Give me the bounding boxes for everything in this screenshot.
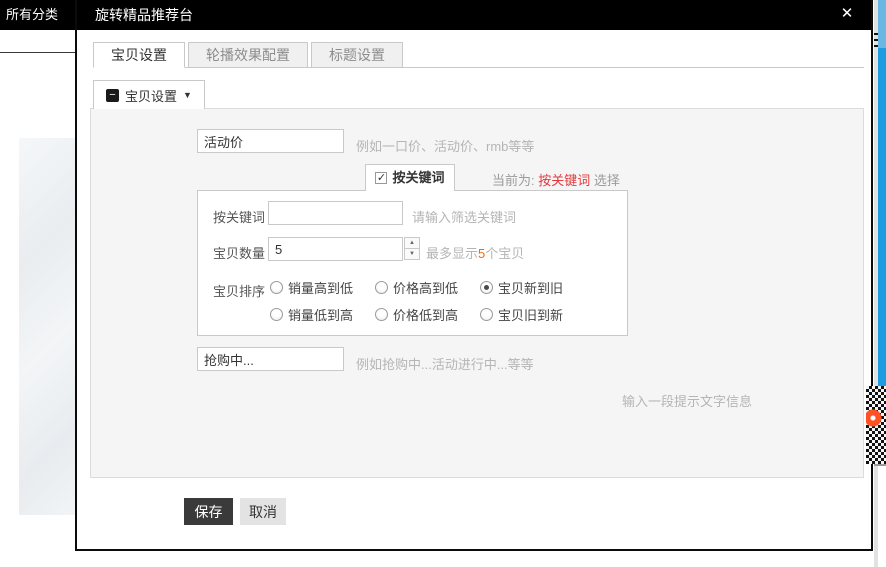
background-blue-strip [878, 48, 886, 386]
dialog-titlebar: 旋转精品推荐台 ✕ [77, 0, 871, 30]
dialog-tabs: 宝贝设置 轮播效果配置 标题设置 [93, 42, 406, 68]
sort-option-price-desc[interactable]: 价格高到低 [375, 278, 458, 297]
radio-unselected-icon[interactable] [375, 281, 388, 294]
quantity-input[interactable] [268, 237, 403, 261]
sort-option-sales-desc[interactable]: 销量高到低 [270, 278, 353, 297]
background-product-image [19, 138, 76, 515]
radio-unselected-icon[interactable] [375, 308, 388, 321]
tabs-underline [93, 67, 864, 68]
select-mode-option-keyword[interactable]: ✓ 按关键词 [365, 164, 455, 191]
sort-label: 宝贝排序 [213, 281, 265, 300]
page-root: 所有分类 旋转精品推荐台 ✕ 宝贝设置 轮播效果配置 标题设置 − 宝贝设置 ▼… [0, 0, 886, 567]
quantity-hint-prefix: 最多显示 [426, 246, 478, 261]
radio-selected-icon[interactable] [480, 281, 493, 294]
sort-option-label: 销量高到低 [288, 278, 353, 297]
sort-option-label: 价格低到高 [393, 305, 458, 324]
price-prefix-hint: 例如一口价、活动价、rmb等等 [356, 136, 534, 155]
sort-option-oldest-first[interactable]: 宝贝旧到新 [480, 305, 563, 324]
save-button[interactable]: 保存 [184, 498, 233, 525]
tab-item-settings[interactable]: 宝贝设置 [93, 42, 185, 68]
chevron-down-icon: ▼ [183, 90, 192, 100]
item-tip-hint: 例如抢购中...活动进行中...等等 [356, 354, 534, 373]
current-mode-prefix: 当前为: [492, 173, 538, 188]
quantity-hint: 最多显示5个宝贝 [426, 243, 524, 262]
background-blue-strip-top [878, 0, 886, 48]
warm-tip-hint: 输入一段提示文字信息 [622, 391, 752, 410]
close-icon[interactable]: ✕ [837, 4, 857, 24]
quantity-hint-suffix: 个宝贝 [485, 246, 524, 261]
sort-option-newest-first[interactable]: 宝贝新到旧 [480, 278, 563, 297]
sort-option-label: 宝贝新到旧 [498, 278, 563, 297]
price-prefix-input[interactable] [197, 129, 344, 153]
background-divider [0, 52, 76, 53]
select-mode-option-label: 按关键词 [392, 166, 444, 190]
quantity-label: 宝贝数量 [213, 243, 265, 262]
background-divider-right [874, 464, 886, 466]
item-tip-input[interactable] [197, 347, 344, 371]
cancel-button[interactable]: 取消 [240, 498, 286, 525]
keyword-hint: 请输入筛选关键词 [412, 207, 516, 226]
current-mode-value: 按关键词 [538, 173, 590, 188]
checkbox-checked-icon[interactable]: ✓ [375, 172, 387, 184]
sort-option-sales-asc[interactable]: 销量低到高 [270, 305, 353, 324]
sort-option-price-asc[interactable]: 价格低到高 [375, 305, 458, 324]
radio-unselected-icon[interactable] [270, 308, 283, 321]
sort-option-label: 价格高到低 [393, 278, 458, 297]
section-title: 宝贝设置 [125, 86, 177, 105]
background-category-nav[interactable]: 所有分类 [0, 0, 76, 30]
radio-unselected-icon[interactable] [480, 308, 493, 321]
qr-code-image [866, 386, 886, 464]
sort-option-label: 宝贝旧到新 [498, 305, 563, 324]
current-mode-suffix: 选择 [594, 173, 620, 188]
settings-dialog: 旋转精品推荐台 ✕ 宝贝设置 轮播效果配置 标题设置 − 宝贝设置 ▼ 价格前缀… [75, 0, 873, 551]
dialog-title: 旋转精品推荐台 [95, 0, 193, 30]
sort-option-label: 销量低到高 [288, 305, 353, 324]
sort-options-row-2: 销量低到高 价格低到高 宝贝旧到新 [270, 305, 563, 324]
spinner-down-icon[interactable]: ▼ [404, 248, 420, 260]
radio-unselected-icon[interactable] [270, 281, 283, 294]
tab-title-settings[interactable]: 标题设置 [311, 42, 403, 68]
section-header-item-settings[interactable]: − 宝贝设置 ▼ [93, 80, 205, 109]
keyword-input[interactable] [268, 201, 403, 225]
collapse-minus-icon[interactable]: − [106, 89, 119, 102]
keyword-label: 按关键词 [213, 207, 265, 226]
tab-carousel-settings[interactable]: 轮播效果配置 [188, 42, 308, 68]
current-mode-status: 当前为: 按关键词 选择 [492, 170, 620, 189]
quantity-stepper: ▲ ▼ [404, 237, 420, 261]
sort-options-row-1: 销量高到低 价格高到低 宝贝新到旧 [270, 278, 563, 297]
